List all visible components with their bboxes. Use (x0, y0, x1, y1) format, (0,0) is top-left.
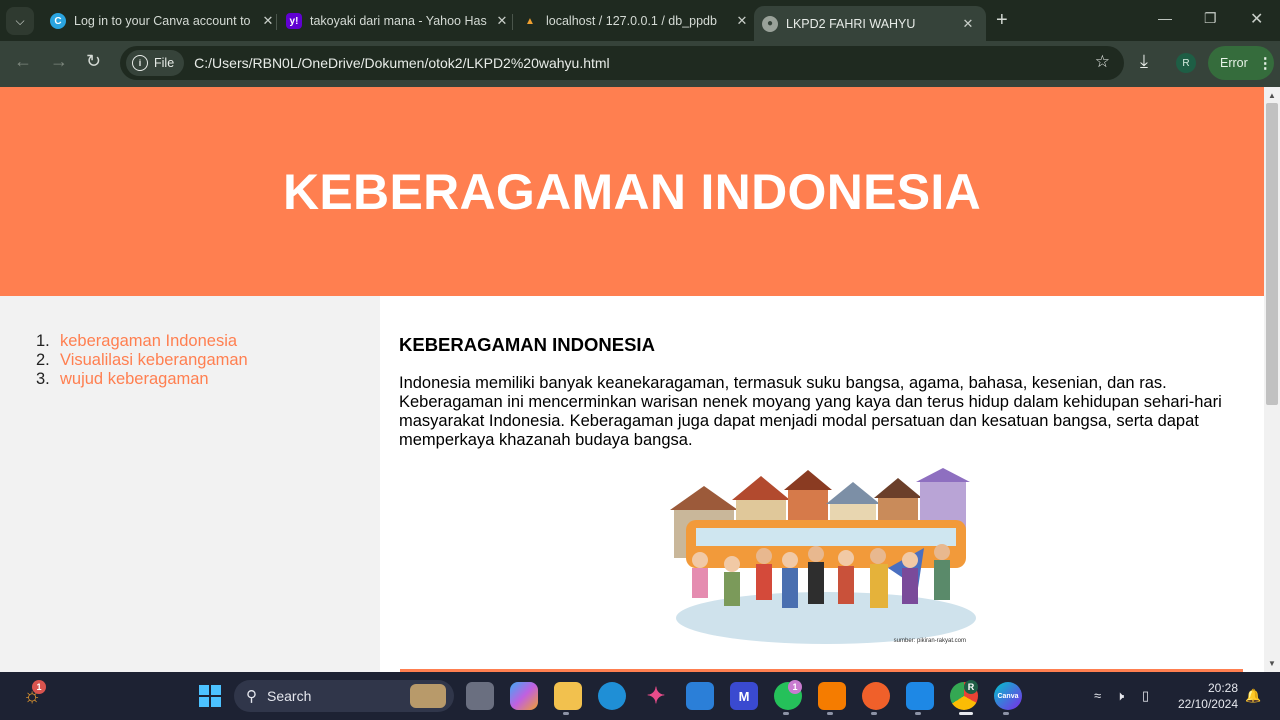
running-indicator (871, 712, 877, 715)
minimize-button[interactable]: — (1158, 10, 1172, 26)
nav-link-keberagaman[interactable]: keberagaman Indonesia (60, 332, 237, 350)
download-icon: ⤓ (1140, 51, 1148, 71)
running-indicator (915, 712, 921, 715)
volume-muted-icon[interactable]: 🕨 (1116, 688, 1124, 704)
wifi-icon[interactable]: ≈ (1094, 688, 1101, 703)
image-caption: sumber: pikiran-rakyat.com (894, 638, 966, 644)
diversity-illustration: sumber: pikiran-rakyat.com (666, 468, 978, 648)
running-indicator (1003, 712, 1009, 715)
close-window-button[interactable]: ✕ (1250, 9, 1263, 29)
close-icon: ✕ (1250, 11, 1264, 28)
running-indicator (783, 712, 789, 715)
tab-separator (512, 14, 513, 30)
search-highlight-icon (410, 684, 446, 708)
yahoo-icon: y! (286, 13, 302, 29)
minimize-icon: — (1158, 10, 1172, 26)
search-icon: ⚲ (246, 688, 257, 705)
forward-button[interactable]: → (50, 51, 68, 72)
close-icon[interactable]: ✕ (958, 16, 978, 32)
widgets-badge: 1 (32, 680, 46, 694)
address-bar[interactable]: i File C:/Users/RBN0L/OneDrive/Dokumen/o… (120, 46, 1124, 80)
code-editor-icon[interactable]: M (730, 682, 758, 710)
error-button[interactable]: Error ⋮ (1208, 46, 1274, 80)
tab-yahoo[interactable]: y! takoyaki dari mana - Yahoo Has ✕ (280, 6, 518, 36)
clock-time: 20:28 (1207, 681, 1238, 695)
profile-avatar[interactable]: R (1176, 53, 1196, 73)
running-indicator (827, 712, 833, 715)
section-paragraph: Indonesia memiliki banyak keanekaragaman… (399, 374, 1222, 449)
store-icon[interactable] (686, 682, 714, 710)
scroll-up-icon[interactable]: ▲ (1268, 91, 1276, 100)
globe-icon: ● (762, 15, 778, 32)
downloads-button[interactable]: ⤓ (1140, 51, 1148, 72)
clock-date: 22/10/2024 (1177, 697, 1238, 711)
close-icon[interactable]: ✕ (258, 13, 278, 29)
tab-canva[interactable]: C Log in to your Canva account to ✕ (44, 6, 284, 36)
nav-list: 1. keberagaman Indonesia 2. Visualilasi ke… (36, 332, 248, 389)
taskbar: ☼ 1 ⚲ Search ✦ M 1 R Canva ≈ 🕨 ▯ 20:28 2… (0, 672, 1280, 720)
active-indicator (959, 712, 973, 715)
file-explorer-icon[interactable] (554, 682, 582, 710)
bookmark-star-icon[interactable]: ☆ (1095, 52, 1110, 72)
edge-icon[interactable] (598, 682, 626, 710)
nav-item: 2. Visualilasi keberangaman (36, 351, 248, 369)
canva-app-icon[interactable]: Canva (994, 682, 1022, 710)
chevron-down-icon: ⌵ (15, 13, 25, 28)
arrow-left-icon: ← (14, 51, 32, 71)
reload-icon: ↻ (86, 51, 102, 71)
page-header: KEBERAGAMAN INDONESIA (0, 87, 1264, 296)
site-info-chip[interactable]: i File (126, 50, 185, 76)
start-windows-icon[interactable] (196, 682, 224, 710)
nav-link-wujud[interactable]: wujud keberagaman (60, 370, 209, 388)
notification-bell-icon[interactable]: 🔔 (1245, 688, 1261, 704)
nav-item: 3. wujud keberagaman (36, 370, 209, 388)
browser-toolbar: ← → ↻ i File C:/Users/RBN0L/OneDrive/Dok… (0, 41, 1280, 87)
page-title: KEBERAGAMAN INDONESIA (283, 163, 981, 220)
tab-separator (276, 14, 277, 30)
reload-button[interactable]: ↻ (86, 51, 101, 72)
xampp-icon[interactable] (818, 682, 846, 710)
whatsapp-badge: 1 (788, 680, 802, 694)
vscode-icon[interactable] (906, 682, 934, 710)
page-viewport: KEBERAGAMAN INDONESIA 1. keberagaman Indo… (0, 87, 1264, 672)
close-icon[interactable]: ✕ (732, 13, 752, 29)
battery-icon[interactable]: ▯ (1142, 688, 1149, 704)
info-icon: i (132, 55, 148, 71)
more-vertical-icon: ⋮ (1257, 55, 1273, 72)
phpmyadmin-icon: ▲ (525, 15, 535, 27)
restore-button[interactable]: ❐ (1204, 10, 1217, 27)
taskbar-search[interactable]: ⚲ Search (234, 680, 454, 712)
tab-search-button[interactable]: ⌵ (6, 7, 34, 35)
main-content: KEBERAGAMAN INDONESIA Indonesia memiliki… (380, 296, 1264, 672)
url-text[interactable]: C:/Users/RBN0L/OneDrive/Dokumen/otok2/LK… (194, 55, 610, 71)
tab-strip: ⌵ C Log in to your Canva account to ✕ y!… (0, 0, 1280, 41)
system-clock[interactable]: 20:28 22/10/2024 (1168, 680, 1238, 712)
chrome-profile-badge: R (964, 680, 978, 694)
canva-icon: C (50, 13, 66, 29)
app-compass-icon[interactable] (862, 682, 890, 710)
scrollbar-thumb[interactable] (1266, 103, 1278, 405)
plus-icon: + (996, 9, 1008, 31)
scroll-down-icon[interactable]: ▼ (1268, 659, 1276, 668)
arrow-right-icon: → (50, 51, 68, 71)
copilot-spark-icon[interactable]: ✦ (642, 682, 670, 710)
copilot-icon[interactable] (510, 682, 538, 710)
running-indicator (563, 712, 569, 715)
tab-lkpd2[interactable]: ● LKPD2 FAHRI WAHYU ✕ (754, 6, 986, 41)
page-scrollbar[interactable]: ▲ ▼ (1264, 87, 1280, 672)
sidebar: 1. keberagaman Indonesia 2. Visualilasi ke… (0, 296, 380, 672)
close-icon[interactable]: ✕ (492, 13, 512, 29)
tab-phpmyadmin[interactable]: ▲ localhost / 127.0.0.1 / db_ppdb ✕ (516, 6, 758, 36)
nav-item: 1. keberagaman Indonesia (36, 332, 238, 350)
task-view-icon[interactable] (466, 682, 494, 710)
new-tab-button[interactable]: + (996, 9, 1008, 32)
section-title: KEBERAGAMAN INDONESIA (399, 334, 655, 355)
back-button[interactable]: ← (14, 51, 32, 72)
restore-icon: ❐ (1204, 10, 1217, 26)
nav-link-visualisasi[interactable]: Visualilasi keberangaman (60, 351, 248, 369)
